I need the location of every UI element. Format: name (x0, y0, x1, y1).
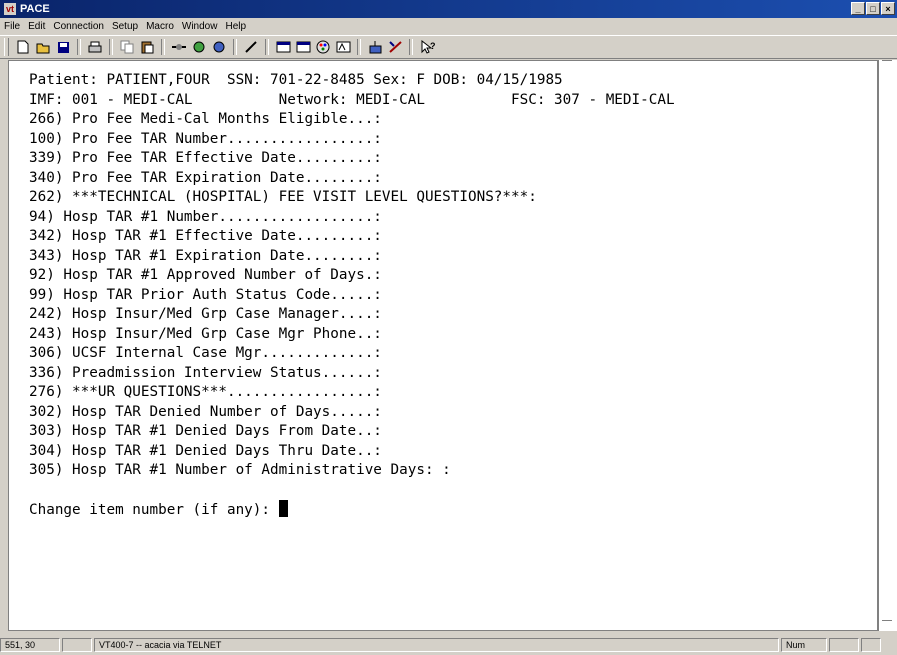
close-button[interactable]: × (881, 2, 895, 15)
terminal-line: 243) Hosp Insur/Med Grp Case Mgr Phone..… (29, 325, 382, 342)
macro-icon[interactable] (387, 39, 403, 55)
toolbar-separator (357, 39, 361, 55)
window-controls: _ □ × (851, 2, 895, 15)
toolbar-separator (109, 39, 113, 55)
terminal-prompt: Change item number (if any): (29, 502, 279, 518)
terminal-prompt-line[interactable]: Change item number (if any): (29, 500, 675, 521)
toolbar-separator (77, 39, 81, 55)
terminal-line: 99) Hosp TAR Prior Auth Status Code.....… (29, 286, 382, 303)
settings-icon[interactable] (275, 39, 291, 55)
menu-file[interactable]: File (0, 21, 24, 32)
size-grip[interactable] (861, 638, 881, 652)
terminal-line: 262) ***TECHNICAL (HOSPITAL) FEE VISIT L… (29, 189, 537, 205)
print-icon[interactable] (87, 39, 103, 55)
colors-icon[interactable] (315, 39, 331, 55)
keymap-icon[interactable] (243, 39, 259, 55)
cursor-position: 551, 30 (0, 638, 60, 652)
open-icon[interactable] (35, 39, 51, 55)
terminal-line: 340) Pro Fee TAR Expiration Date........… (29, 169, 382, 186)
save-icon[interactable] (55, 39, 71, 55)
scroll-mark-top (882, 60, 892, 61)
text-cursor (278, 500, 288, 517)
terminal-line: 100) Pro Fee TAR Number.................… (29, 130, 382, 147)
menu-connection[interactable]: Connection (49, 21, 108, 32)
title-bar: vt PACE _ □ × (0, 0, 897, 18)
terminal-line: IMF: 001 - MEDI-CAL Network: MEDI-CAL FS… (29, 91, 675, 108)
minimize-button[interactable]: _ (851, 2, 865, 15)
terminal-line: 304) Hosp TAR #1 Denied Days Thru Date..… (29, 442, 382, 459)
toolbar-grip (4, 38, 9, 56)
status-panel-empty (829, 638, 859, 652)
scroll-mark-bottom (882, 620, 892, 621)
settings2-icon[interactable] (295, 39, 311, 55)
reconnect-icon[interactable] (211, 39, 227, 55)
connect-icon[interactable] (171, 39, 187, 55)
fonts-icon[interactable] (335, 39, 351, 55)
terminal-line: 339) Pro Fee TAR Effective Date.........… (29, 150, 382, 166)
transfer-icon[interactable] (367, 39, 383, 55)
menu-help[interactable]: Help (221, 21, 250, 32)
num-lock-indicator: Num (781, 638, 827, 652)
terminal-line: 336) Preadmission Interview Status......… (29, 364, 382, 381)
vertical-scrollbar[interactable] (878, 60, 897, 631)
terminal-screen[interactable]: Patient: PATIENT,FOUR SSN: 701-22-8485 S… (8, 60, 878, 631)
terminal-line: 92) Hosp TAR #1 Approved Number of Days.… (29, 267, 382, 283)
maximize-button[interactable]: □ (866, 2, 880, 15)
disconnect-icon[interactable] (191, 39, 207, 55)
terminal-line: 276) ***UR QUESTIONS***.................… (29, 384, 382, 400)
svg-text:?: ? (430, 41, 435, 51)
terminal-line: 302) Hosp TAR Denied Number of Days.....… (29, 403, 382, 420)
paste-icon[interactable] (139, 39, 155, 55)
toolbar: ? (0, 35, 897, 59)
app-icon: vt (4, 3, 16, 15)
copy-icon[interactable] (119, 39, 135, 55)
terminal-line: 94) Hosp TAR #1 Number..................… (29, 208, 382, 225)
connection-status: VT400-7 -- acacia via TELNET (94, 638, 779, 652)
status-panel-empty (62, 638, 92, 652)
menu-setup[interactable]: Setup (108, 21, 142, 32)
help-icon[interactable]: ? (419, 39, 435, 55)
terminal-line: 266) Pro Fee Medi-Cal Months Eligible...… (29, 111, 382, 127)
terminal-text: Patient: PATIENT,FOUR SSN: 701-22-8485 S… (29, 71, 675, 521)
terminal-line: 306) UCSF Internal Case Mgr.............… (29, 345, 382, 361)
menu-bar: File Edit Connection Setup Macro Window … (0, 18, 897, 34)
menu-window[interactable]: Window (178, 21, 222, 32)
terminal-line: 305) Hosp TAR #1 Number of Administrativ… (29, 462, 451, 478)
new-icon[interactable] (15, 39, 31, 55)
terminal-line: 303) Hosp TAR #1 Denied Days From Date..… (29, 423, 382, 439)
toolbar-separator (161, 39, 165, 55)
toolbar-separator (265, 39, 269, 55)
terminal-line: 342) Hosp TAR #1 Effective Date.........… (29, 228, 382, 244)
toolbar-separator (409, 39, 413, 55)
menu-macro[interactable]: Macro (142, 21, 178, 32)
menu-edit[interactable]: Edit (24, 21, 49, 32)
toolbar-separator (233, 39, 237, 55)
terminal-line: Patient: PATIENT,FOUR SSN: 701-22-8485 S… (29, 72, 563, 88)
window-title: PACE (20, 3, 50, 15)
terminal-line: 242) Hosp Insur/Med Grp Case Manager....… (29, 306, 382, 322)
status-bar: 551, 30 VT400-7 -- acacia via TELNET Num (0, 635, 897, 655)
terminal-line: 343) Hosp TAR #1 Expiration Date........… (29, 247, 382, 264)
